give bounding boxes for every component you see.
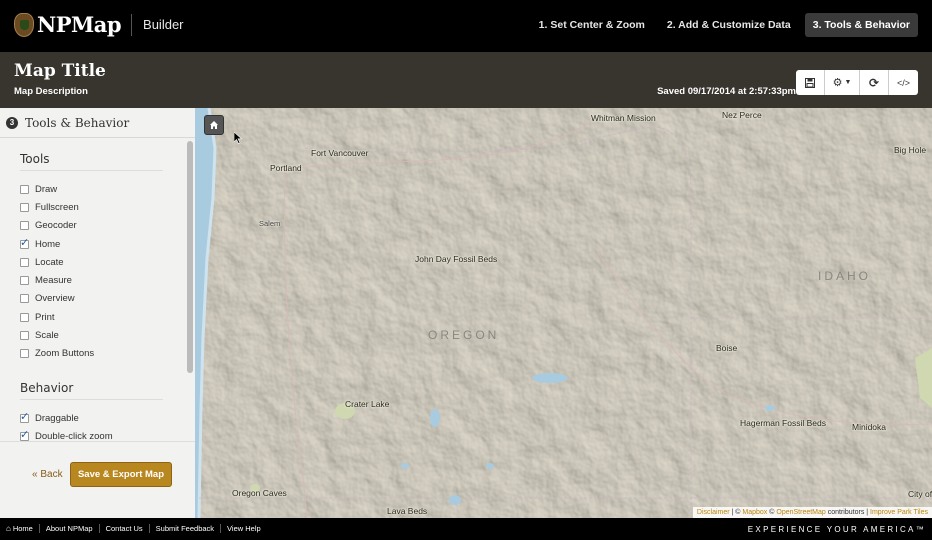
map-label[interactable]: Oregon Caves xyxy=(232,488,287,498)
sidebar-scroll-area[interactable]: Tools Draw Fullscreen Geocoder Home Loca… xyxy=(0,139,185,441)
map-label[interactable]: Salem xyxy=(259,219,280,228)
map-label[interactable]: Big Hole xyxy=(894,145,926,155)
refresh-button[interactable]: ⟳ xyxy=(860,70,889,95)
footer-about-link[interactable]: About NPMap xyxy=(40,524,100,533)
behavior-double-click-zoom[interactable]: Double-click zoom xyxy=(20,427,185,441)
map-label[interactable]: City of xyxy=(908,489,932,499)
behavior-list: Draggable Double-click zoom xyxy=(0,409,185,441)
map-label: IDAHO xyxy=(818,269,872,283)
behavior-heading: Behavior xyxy=(20,381,163,400)
back-button[interactable]: « Back xyxy=(32,469,63,480)
footer-feedback-link[interactable]: Submit Feedback xyxy=(150,524,222,533)
tool-print[interactable]: Print xyxy=(20,308,185,326)
npmap-logo[interactable]: NPMap Builder xyxy=(14,12,184,37)
tool-measure[interactable]: Measure xyxy=(20,271,185,289)
save-button[interactable] xyxy=(796,70,825,95)
saved-status: Saved 09/17/2014 at 2:57:33pm xyxy=(657,86,796,97)
embed-code-button[interactable]: </> xyxy=(889,70,918,95)
double-click-zoom-checkbox[interactable] xyxy=(20,428,29,441)
home-checkbox[interactable] xyxy=(20,236,29,249)
fullscreen-checkbox[interactable] xyxy=(20,202,29,212)
openstreetmap-link[interactable]: OpenStreetMap xyxy=(776,509,825,516)
page-footer: ⌂ Home About NPMap Contact Us Submit Fee… xyxy=(0,518,932,540)
map-label[interactable]: Fort Vancouver xyxy=(311,148,368,158)
improve-park-tiles-link[interactable]: Improve Park Tiles xyxy=(870,509,928,516)
arrowhead-icon xyxy=(14,12,34,37)
tools-list: Draw Fullscreen Geocoder Home Locate Mea… xyxy=(0,180,185,363)
mapbox-link[interactable]: Mapbox xyxy=(742,509,767,516)
caret-down-icon: ▼ xyxy=(844,79,852,86)
map-title-bar: Map Title Map Description Saved 09/17/20… xyxy=(0,52,932,108)
draw-checkbox[interactable] xyxy=(20,184,29,194)
map-label[interactable]: Nez Perce xyxy=(722,110,762,120)
measure-checkbox[interactable] xyxy=(20,276,29,286)
top-navbar: NPMap Builder 1. Set Center & Zoom 2. Ad… xyxy=(0,0,932,52)
map-attribution: Disclaimer | © Mapbox © OpenStreetMap co… xyxy=(692,507,932,518)
behavior-draggable[interactable]: Draggable xyxy=(20,409,185,427)
scale-checkbox[interactable] xyxy=(20,331,29,341)
locate-checkbox[interactable] xyxy=(20,257,29,267)
tab-set-center-zoom[interactable]: 1. Set Center & Zoom xyxy=(531,13,653,37)
footer-links: ⌂ Home About NPMap Contact Us Submit Fee… xyxy=(6,524,267,533)
map-label[interactable]: Portland xyxy=(270,163,302,173)
map-label[interactable]: Boise xyxy=(716,343,737,353)
tool-scale[interactable]: Scale xyxy=(20,326,185,344)
footer-help-link[interactable]: View Help xyxy=(221,524,267,533)
sidebar-scrollbar[interactable] xyxy=(185,139,195,441)
map-toolbar: ⚙ ▼ ⟳ </> xyxy=(796,70,918,95)
footer-home-link[interactable]: Home xyxy=(11,524,40,533)
settings-dropdown-button[interactable]: ⚙ ▼ xyxy=(825,70,860,95)
map-label[interactable]: Hagerman Fossil Beds xyxy=(740,418,826,428)
sidebar: 3 Tools & Behavior Tools Draw Fullscreen… xyxy=(0,108,195,521)
mouse-cursor-icon xyxy=(234,132,242,144)
home-icon xyxy=(210,121,218,129)
footer-contact-link[interactable]: Contact Us xyxy=(100,524,150,533)
tool-overview[interactable]: Overview xyxy=(20,290,185,308)
map-canvas[interactable]: Whitman Mission Nez Perce Big Hole Fort … xyxy=(195,108,932,518)
map-label[interactable]: Whitman Mission xyxy=(591,113,656,123)
sidebar-footer: « Back Save & Export Map xyxy=(0,441,195,521)
map-label[interactable]: Crater Lake xyxy=(345,399,389,409)
print-checkbox[interactable] xyxy=(20,312,29,322)
step-number-badge: 3 xyxy=(6,116,18,129)
sidebar-header: 3 Tools & Behavior xyxy=(0,108,195,138)
logo-text: NPMap xyxy=(37,12,122,37)
map-label[interactable]: Lava Beds xyxy=(387,506,427,516)
map-label: OREGON xyxy=(428,328,500,342)
refresh-icon: ⟳ xyxy=(868,75,880,90)
map-terrain xyxy=(195,108,932,518)
tab-add-customize-data[interactable]: 2. Add & Customize Data xyxy=(659,13,799,37)
builder-label: Builder xyxy=(143,17,184,32)
tool-draw[interactable]: Draw xyxy=(20,180,185,198)
logo-divider xyxy=(131,13,133,36)
zoom-buttons-checkbox[interactable] xyxy=(20,349,29,359)
footer-tagline: EXPERIENCE YOUR AMERICA™ xyxy=(747,525,926,534)
tool-home[interactable]: Home xyxy=(20,235,185,253)
tab-tools-behavior[interactable]: 3. Tools & Behavior xyxy=(804,13,918,37)
tool-fullscreen[interactable]: Fullscreen xyxy=(20,198,185,216)
tools-heading: Tools xyxy=(20,152,163,171)
gear-icon: ⚙ xyxy=(832,77,843,89)
map-home-button[interactable] xyxy=(204,115,224,135)
map-label[interactable]: Minidoka xyxy=(852,422,886,432)
tool-zoom-buttons[interactable]: Zoom Buttons xyxy=(20,345,185,363)
map-description[interactable]: Map Description xyxy=(14,86,88,97)
scrollbar-thumb[interactable] xyxy=(187,141,193,373)
draggable-checkbox[interactable] xyxy=(20,410,29,423)
step-tabs: 1. Set Center & Zoom 2. Add & Customize … xyxy=(525,13,918,37)
save-icon xyxy=(805,77,815,88)
disclaimer-link[interactable]: Disclaimer xyxy=(697,509,730,516)
overview-checkbox[interactable] xyxy=(20,294,29,304)
save-export-map-button[interactable]: Save & Export Map xyxy=(70,462,172,487)
sidebar-title: Tools & Behavior xyxy=(25,115,130,130)
tool-locate[interactable]: Locate xyxy=(20,253,185,271)
map-title[interactable]: Map Title xyxy=(14,61,106,81)
tool-geocoder[interactable]: Geocoder xyxy=(20,217,185,235)
code-icon: </> xyxy=(896,77,910,88)
geocoder-checkbox[interactable] xyxy=(20,221,29,231)
map-label[interactable]: John Day Fossil Beds xyxy=(415,254,497,264)
